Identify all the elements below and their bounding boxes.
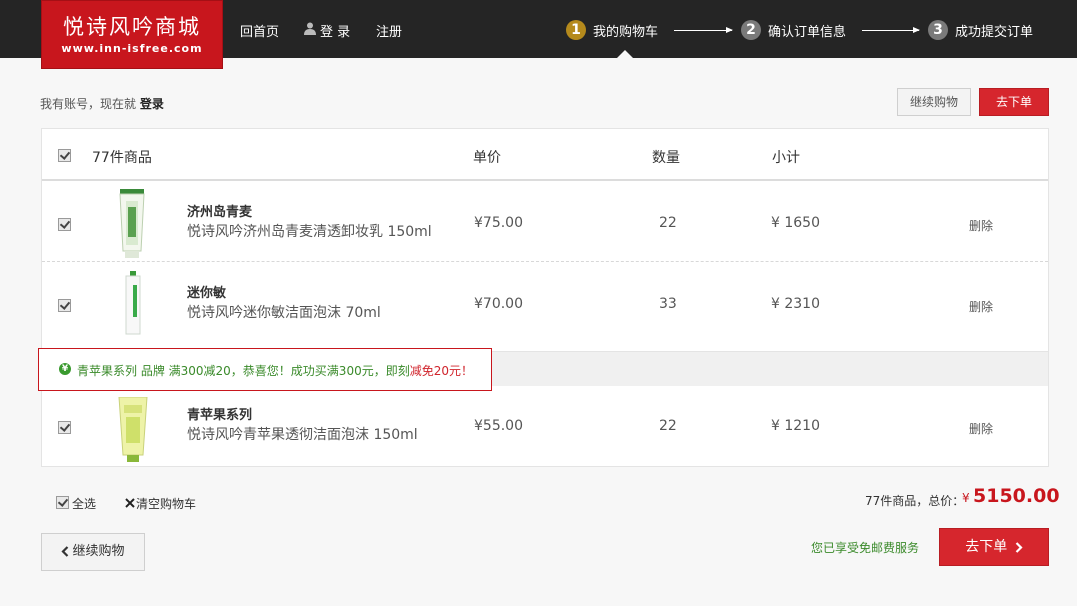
continue-shopping-bottom-button[interactable]: 继续购物	[41, 533, 145, 571]
step-3-submit-order: 3 成功提交订单	[928, 20, 1033, 40]
select-all-label[interactable]: 全选	[72, 495, 96, 512]
cart-row-1: 济州岛青麦 悦诗风吟济州岛青麦清透卸妆乳 150ml ¥75.00 22 ¥ 1…	[42, 182, 1048, 262]
account-login-link[interactable]: 登录	[140, 97, 164, 111]
free-shipping-notice: 您已享受免邮费服务	[811, 541, 920, 555]
checkout-top-button[interactable]: 去下单	[979, 88, 1049, 116]
nav-home-link[interactable]: 回首页	[240, 21, 279, 40]
row-2-subtotal: ¥ 2310	[771, 296, 820, 312]
total-label: 77件商品，总价：	[865, 494, 965, 508]
row-1-price: ¥75.00	[474, 215, 523, 231]
cart-table: 77件商品 单价 数量 小计 济州岛青麦 悦诗风吟济州岛青麦清透卸妆乳 150m…	[41, 128, 1049, 467]
select-all-checkbox-header[interactable]	[58, 149, 71, 162]
row-1-checkbox[interactable]	[58, 218, 71, 231]
tube-product-icon[interactable]	[116, 189, 148, 259]
cart-row-3: 青苹果系列 悦诗风吟青苹果透彻洁面泡沫 150ml ¥55.00 22 ¥ 12…	[42, 387, 1048, 467]
header-quantity: 数量	[652, 150, 680, 166]
row-3-checkbox[interactable]	[58, 421, 71, 434]
close-x-icon[interactable]	[125, 498, 135, 508]
row-2-delete-link[interactable]: 删除	[969, 298, 993, 315]
checkout-bottom-label: 去下单	[965, 539, 1008, 555]
select-all-checkbox-footer[interactable]	[56, 496, 69, 509]
account-prompt-text: 我有账号，现在就	[40, 97, 137, 111]
step-arrow-1	[674, 27, 733, 33]
clear-cart-link[interactable]: 清空购物车	[136, 495, 196, 512]
checkout-bottom-button[interactable]: 去下单	[939, 528, 1049, 566]
header-unit-price: 单价	[473, 150, 501, 166]
row-2-price: ¥70.00	[474, 296, 523, 312]
store-logo[interactable]: 悦诗风吟商城 www.inn-isfree.com	[41, 0, 223, 69]
promo-text: 青苹果系列 品牌 满300减20，恭喜您！成功买满300元，即刻减免20元！	[77, 362, 473, 379]
cart-table-header: 77件商品 单价 数量 小计	[42, 129, 1048, 181]
row-3-delete-link[interactable]: 删除	[969, 420, 993, 437]
account-prompt: 我有账号，现在就 登录	[40, 95, 164, 112]
row-3-name[interactable]: 青苹果系列	[187, 404, 252, 423]
promo-notice: ¥ 青苹果系列 品牌 满300减20，恭喜您！成功买满300元，即刻减免20元！	[38, 348, 492, 391]
step-3-label: 成功提交订单	[955, 24, 1034, 40]
step-2-confirm-order: 2 确认订单信息	[741, 20, 846, 40]
row-2-checkbox[interactable]	[58, 299, 71, 312]
step-3-number: 3	[928, 20, 948, 40]
user-icon	[304, 22, 316, 35]
header-subtotal: 小计	[772, 150, 800, 166]
header-item-count: 77件商品	[92, 150, 152, 166]
yuan-coin-icon: ¥	[59, 363, 71, 375]
chevron-right-icon	[1015, 541, 1023, 553]
promo-highlight-text: 减免20元！	[409, 364, 473, 378]
row-3-desc[interactable]: 悦诗风吟青苹果透彻洁面泡沫 150ml	[187, 424, 418, 444]
nav-login-link[interactable]: 登 录	[320, 21, 350, 40]
cart-row-2: 迷你敏 悦诗风吟迷你敏洁面泡沫 70ml ¥70.00 33 ¥ 2310 删除	[42, 263, 1048, 343]
logo-url: www.inn-isfree.com	[61, 42, 203, 55]
continue-shopping-bottom-label: 继续购物	[72, 544, 125, 559]
tube-product-icon[interactable]	[124, 271, 142, 335]
row-3-qty[interactable]: 22	[659, 418, 677, 434]
row-1-desc[interactable]: 悦诗风吟济州岛青麦清透卸妆乳 150ml	[187, 221, 432, 241]
row-3-price: ¥55.00	[474, 418, 523, 434]
step-2-label: 确认订单信息	[768, 24, 847, 40]
row-2-desc[interactable]: 悦诗风吟迷你敏洁面泡沫 70ml	[187, 302, 381, 322]
chevron-left-icon	[61, 546, 69, 557]
total-value: 5150.00	[973, 485, 1060, 507]
logo-title: 悦诗风吟商城	[63, 15, 201, 39]
row-1-name[interactable]: 济州岛青麦	[187, 201, 252, 220]
row-2-name[interactable]: 迷你敏	[187, 282, 226, 301]
nav-register-link[interactable]: 注册	[376, 21, 402, 40]
total-currency-symbol: ¥	[962, 491, 970, 505]
step-1-label: 我的购物车	[593, 24, 659, 40]
row-1-qty[interactable]: 22	[659, 215, 677, 231]
active-step-caret	[617, 50, 633, 58]
continue-shopping-top-button[interactable]: 继续购物	[897, 88, 971, 116]
step-1-my-cart: 1 我的购物车	[566, 20, 658, 40]
promo-main-text: 青苹果系列 品牌 满300减20，恭喜您！成功买满300元，即刻	[77, 364, 410, 378]
row-3-subtotal: ¥ 1210	[771, 418, 820, 434]
step-1-number: 1	[566, 20, 586, 40]
row-1-delete-link[interactable]: 删除	[969, 217, 993, 234]
row-2-qty[interactable]: 33	[659, 296, 677, 312]
row-1-subtotal: ¥ 1650	[771, 215, 820, 231]
step-arrow-2	[862, 27, 920, 33]
step-2-number: 2	[741, 20, 761, 40]
tube-product-icon[interactable]	[117, 397, 149, 463]
